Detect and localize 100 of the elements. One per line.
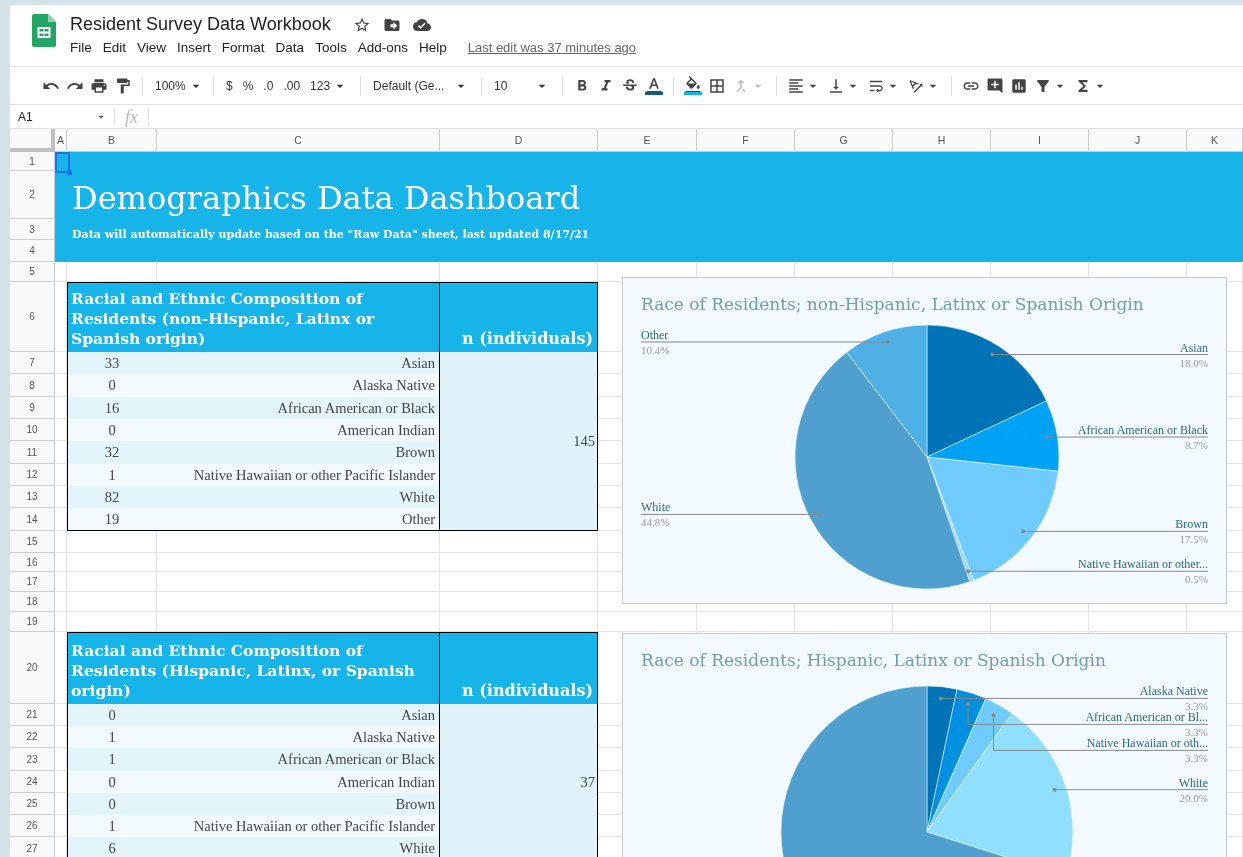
row-number[interactable]: 7 — [10, 352, 55, 374]
count-cell: 0 — [67, 374, 157, 397]
column-header[interactable]: K — [1187, 129, 1243, 152]
category-cell: American Indian — [157, 771, 440, 793]
column-header[interactable]: C — [157, 129, 440, 152]
column-header[interactable]: I — [991, 129, 1089, 152]
row-number[interactable]: 8 — [10, 374, 55, 397]
borders-icon[interactable] — [708, 76, 727, 95]
row-number[interactable]: 10 — [10, 419, 55, 441]
row-number[interactable]: 25 — [10, 793, 55, 815]
slice-label: African American or Black — [1077, 423, 1208, 438]
slice-value: 3.3% — [1185, 726, 1208, 739]
column-header[interactable]: J — [1089, 129, 1187, 152]
table-heading: n (individuals) — [440, 282, 598, 352]
row-number[interactable]: 12 — [10, 464, 55, 486]
menu-item[interactable]: Data — [275, 40, 305, 55]
column-header[interactable]: G — [795, 129, 893, 152]
row-number[interactable]: 1 — [10, 152, 55, 171]
pie-chart[interactable]: Race of Residents; Hispanic, Latinx or Spanish Origin Alaska Native 3.3% African American or Bl... 3.3% Native Hawaiian or oth... 3.3% White 20.0% — [622, 633, 1227, 857]
dashboard-subtitle: Data will automatically update based on the "Raw Data" sheet, last updated 8/17/21 — [72, 228, 591, 241]
row-number[interactable]: 20 — [10, 632, 55, 704]
row-number[interactable]: 14 — [10, 508, 55, 531]
increase-decimal-button[interactable]: .00 — [281, 78, 303, 93]
row-number[interactable]: 23 — [10, 748, 55, 771]
slice-value: 44.8% — [641, 516, 670, 529]
document-title[interactable]: Resident Survey Data Workbook — [70, 14, 331, 35]
category-cell: American Indian — [157, 419, 440, 441]
category-cell: Native Hawaiian or other Pacific Islander — [157, 815, 440, 837]
decrease-decimal-button[interactable]: .0 — [261, 78, 276, 93]
slice-value: 20.0% — [1179, 791, 1208, 804]
currency-button[interactable]: $ — [224, 78, 235, 93]
total-cell: 37 — [440, 704, 598, 857]
row-number[interactable]: 21 — [10, 704, 55, 726]
slice-value: 8.7% — [1185, 439, 1208, 452]
row-number[interactable]: 27 — [10, 837, 55, 857]
column-header[interactable]: E — [598, 129, 697, 152]
menu-item[interactable]: Tools — [315, 40, 347, 55]
zoom-dropdown[interactable]: 100% — [153, 77, 203, 94]
chart-title: Race of Residents; non-Hispanic, Latinx or Spanish Origin — [641, 294, 1144, 314]
column-header[interactable]: B — [67, 129, 157, 152]
category-cell: African American or Black — [157, 748, 440, 771]
row-number[interactable]: 15 — [10, 531, 55, 553]
percent-button[interactable]: % — [240, 78, 256, 93]
row-number[interactable]: 13 — [10, 486, 55, 508]
count-cell: 0 — [67, 419, 157, 441]
count-cell: 6 — [67, 837, 157, 857]
count-cell: 16 — [67, 397, 157, 419]
category-cell: African American or Black — [157, 397, 440, 419]
sheets-logo-icon[interactable] — [32, 14, 56, 47]
slice-label: Other — [641, 328, 669, 342]
row-number[interactable]: 22 — [10, 726, 55, 748]
category-cell: White — [157, 837, 440, 857]
slice-value: 10.4% — [641, 344, 670, 356]
row-number[interactable]: 4 — [10, 240, 55, 262]
row-number[interactable]: 26 — [10, 815, 55, 837]
row-number[interactable]: 19 — [10, 612, 55, 632]
table-heading: Racial and Ethnic Composition of Residents (non-Hispanic, Latinx or Spanish origin) — [67, 282, 440, 352]
row-number[interactable]: 9 — [10, 397, 55, 419]
category-cell: Asian — [157, 704, 440, 726]
name-box[interactable]: A1 — [10, 108, 115, 125]
paint-format-icon[interactable] — [114, 76, 132, 95]
row-number[interactable]: 17 — [10, 572, 55, 592]
row-number[interactable]: 18 — [10, 592, 55, 612]
slice-label: White — [1178, 775, 1208, 790]
slice-label: African American or Bl... — [1085, 710, 1208, 725]
fill-color-icon[interactable] — [684, 76, 703, 95]
number-format-dropdown[interactable]: 123 — [308, 77, 351, 94]
slice-label: Asian — [1180, 340, 1208, 355]
menu-item[interactable]: Help — [418, 40, 447, 55]
last-edit-link[interactable]: Last edit was 37 minutes ago — [467, 40, 637, 55]
category-cell: Alaska Native — [157, 374, 440, 397]
slice-label: Native Hawaiian or other... — [1078, 557, 1208, 572]
comment-icon[interactable] — [986, 76, 1005, 95]
row-number[interactable]: 11 — [10, 441, 55, 464]
row-number[interactable]: 2 — [10, 171, 55, 219]
category-cell: Other — [157, 508, 440, 531]
column-header[interactable]: A — [55, 129, 67, 152]
menu-item[interactable]: Add-ons — [357, 40, 408, 55]
row-number[interactable]: 6 — [10, 282, 55, 352]
category-cell: Alaska Native — [157, 726, 440, 748]
text-color-icon[interactable] — [645, 76, 664, 95]
column-header[interactable]: D — [440, 129, 598, 152]
column-header[interactable]: F — [697, 129, 795, 152]
row-number[interactable]: 16 — [10, 553, 55, 572]
font-dropdown[interactable]: Default (Ge... — [371, 77, 472, 94]
row-number[interactable]: 24 — [10, 771, 55, 793]
print-icon[interactable] — [90, 76, 108, 95]
menu-item[interactable]: View — [137, 40, 167, 55]
column-header[interactable]: H — [893, 129, 991, 152]
pie-chart[interactable]: Race of Residents; non-Hispanic, Latinx or Spanish Origin Other 10.4% Asian 18.0% African American or Black 8.7% White 44.8% Brown 17.5% Native Hawaiian or other... 0.5% — [622, 277, 1227, 604]
menu-item[interactable]: Edit — [102, 40, 127, 55]
font-size-dropdown[interactable]: 10 — [492, 77, 553, 94]
chart-icon[interactable] — [1010, 76, 1029, 95]
row-number[interactable]: 5 — [10, 262, 55, 282]
total-cell: 145 — [440, 352, 598, 531]
count-cell: 1 — [67, 748, 157, 771]
menu-item[interactable]: Format — [221, 40, 265, 55]
menu-item[interactable]: Insert — [177, 40, 211, 55]
row-number[interactable]: 3 — [10, 219, 55, 240]
menu-item[interactable]: File — [70, 40, 92, 55]
